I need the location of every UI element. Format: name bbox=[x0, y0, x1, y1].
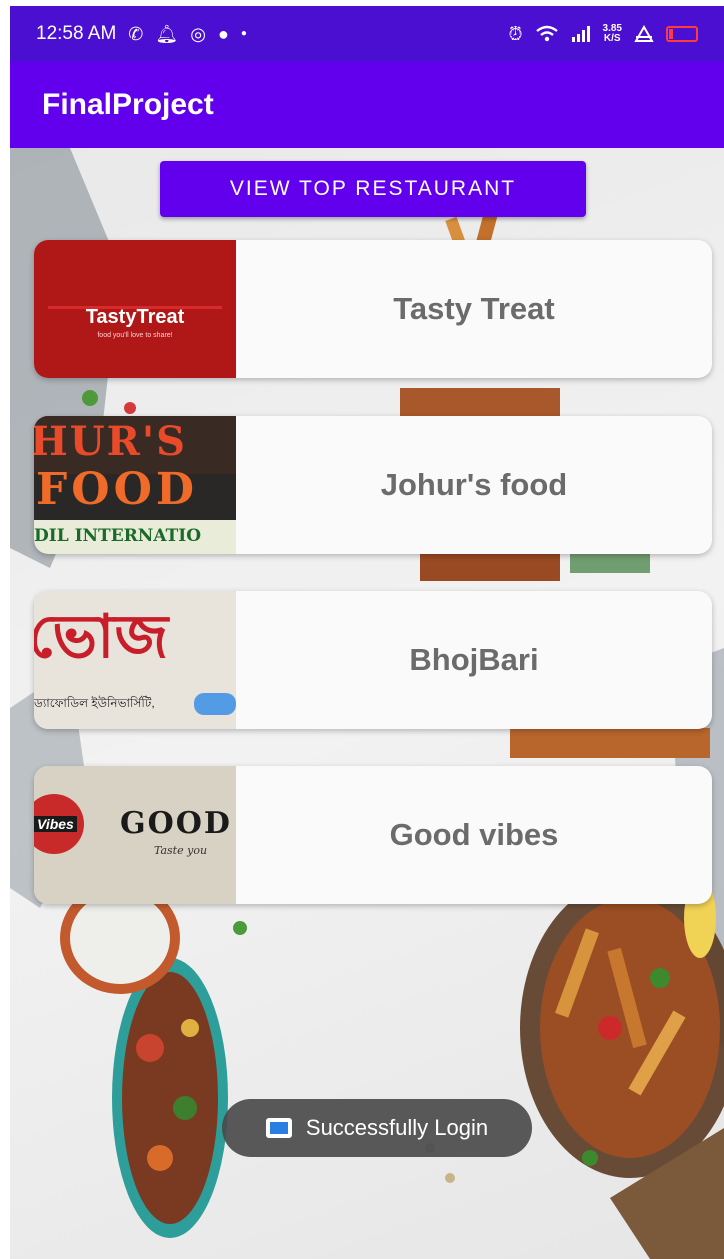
toast-message: Successfully Login bbox=[305, 1115, 489, 1140]
status-bar: 12:58 AM ✆ 🔔︎ ◎ ● ● ⏰︎ 3.85 K/S bbox=[10, 6, 724, 62]
restaurant-name: Tasty Treat bbox=[393, 291, 555, 326]
restaurant-card-johurs-food[interactable]: HUR'S FOOD DIL INTERNATIO Johur's food bbox=[34, 416, 712, 554]
restaurant-card-good-vibes[interactable]: Vibes GOOD Taste you Good vibes bbox=[34, 766, 712, 904]
instagram-icon: ◎ bbox=[190, 24, 206, 44]
app-bar: FinalProject bbox=[10, 62, 724, 148]
phone-icon: ✆ bbox=[128, 24, 144, 44]
bhojbari-sign-image: ভোজ ড্যাফোডিল ইউনিভার্সিটি, bbox=[34, 591, 236, 729]
dot-icon: ● bbox=[240, 28, 247, 39]
restaurant-name: Johur's food bbox=[380, 467, 568, 502]
chat-icon: ● bbox=[217, 24, 229, 44]
status-time: 12:58 AM bbox=[36, 23, 117, 44]
wifi-icon bbox=[535, 25, 558, 42]
phone-screen: 12:58 AM ✆ 🔔︎ ◎ ● ● ⏰︎ 3.85 K/S FinalPro… bbox=[10, 6, 724, 1259]
app-title: FinalProject bbox=[42, 88, 214, 121]
battery-icon bbox=[666, 26, 698, 42]
restaurant-card-tasty-treat[interactable]: TastyTreat food you'll love to share! Ta… bbox=[34, 240, 712, 378]
tasty-treat-logo-image: TastyTreat food you'll love to share! bbox=[34, 240, 236, 378]
network-speed: 3.85 K/S bbox=[602, 23, 622, 44]
bell-icon: 🔔︎ bbox=[155, 24, 179, 44]
good-vibes-sign-image: Vibes GOOD Taste you bbox=[34, 766, 236, 904]
app-icon bbox=[265, 1118, 292, 1138]
login-toast: Successfully Login bbox=[222, 1099, 532, 1157]
alarm-icon: ⏰︎ bbox=[508, 24, 523, 44]
restaurant-name: Good vibes bbox=[389, 817, 559, 852]
signal-icon bbox=[571, 26, 590, 42]
view-top-restaurant-button[interactable]: VIEW TOP RESTAURANT bbox=[160, 161, 586, 217]
johurs-food-sign-image: HUR'S FOOD DIL INTERNATIO bbox=[34, 416, 236, 554]
restaurant-list-screen: VIEW TOP RESTAURANT TastyTreat food you'… bbox=[10, 148, 724, 1259]
restaurant-name: BhojBari bbox=[409, 642, 539, 677]
vpn-icon bbox=[634, 25, 654, 42]
restaurant-card-bhojbari[interactable]: ভোজ ড্যাফোডিল ইউনিভার্সিটি, BhojBari bbox=[34, 591, 712, 729]
